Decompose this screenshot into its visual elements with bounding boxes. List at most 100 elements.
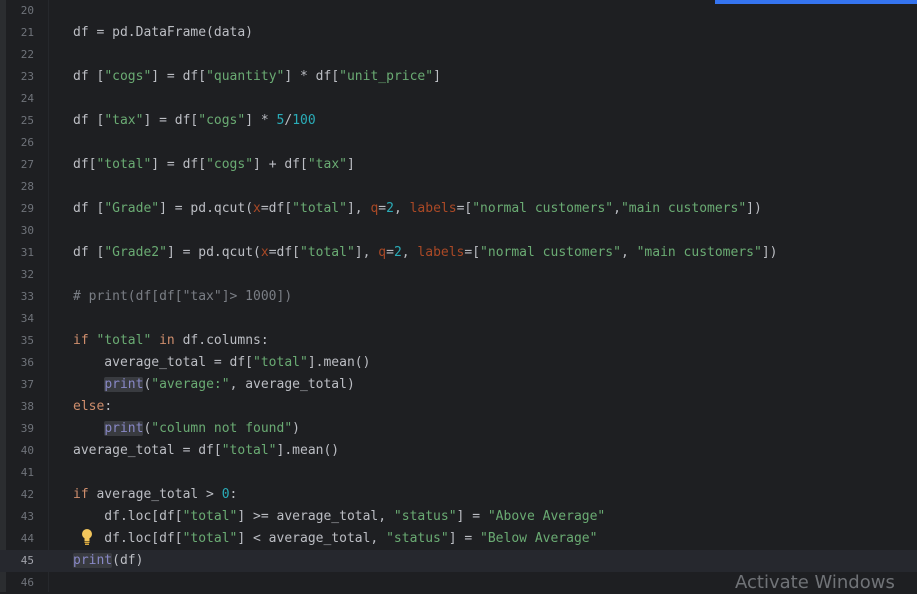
code-line[interactable]: 25 df ["tax"] = df["cogs"] * 5/100 bbox=[0, 110, 917, 132]
line-number: 35 bbox=[20, 334, 34, 347]
code-text[interactable]: average_total = df["total"].mean() bbox=[73, 352, 370, 374]
code-token: average_total = df[ bbox=[73, 355, 254, 370]
code-text[interactable]: print("average:", average_total) bbox=[73, 374, 355, 396]
code-token: if bbox=[73, 333, 89, 348]
code-token: ]) bbox=[746, 201, 762, 216]
code-line[interactable]: 22 bbox=[0, 44, 917, 66]
code-text[interactable]: df["total"] = df["cogs"] + df["tax"] bbox=[73, 154, 355, 176]
code-line[interactable]: 33 # print(df[df["tax"]> 1000]) bbox=[0, 286, 917, 308]
code-line[interactable]: 28 bbox=[0, 176, 917, 198]
code-token: "average:" bbox=[151, 377, 230, 392]
code-line[interactable]: 43 df.loc[df["total"] >= average_total, … bbox=[0, 506, 917, 528]
code-token: = bbox=[378, 201, 387, 216]
code-line[interactable]: 38 else: bbox=[0, 396, 917, 418]
code-token: ] * bbox=[245, 113, 277, 128]
code-token: , bbox=[620, 245, 637, 260]
code-line[interactable]: 29 df ["Grade"] = pd.qcut(x=df["total"], … bbox=[0, 198, 917, 220]
line-number: 34 bbox=[20, 312, 34, 325]
code-text[interactable]: df.loc[df["total"] < average_total, "sta… bbox=[73, 528, 597, 550]
code-line[interactable]: 37 print("average:", average_total) bbox=[0, 374, 917, 396]
code-token: labels bbox=[409, 201, 457, 216]
code-text[interactable]: else: bbox=[73, 396, 112, 418]
code-line[interactable]: 24 bbox=[0, 88, 917, 110]
code-text[interactable]: print(df) bbox=[73, 550, 143, 572]
code-text[interactable]: df.loc[df["total"] >= average_total, "st… bbox=[73, 506, 605, 528]
code-token: ] = pd.qcut( bbox=[166, 245, 261, 260]
code-text[interactable]: if average_total > 0: bbox=[73, 484, 237, 506]
line-number: 23 bbox=[20, 70, 34, 83]
code-token: "cogs" bbox=[206, 157, 254, 172]
code-token: =df[ bbox=[268, 245, 300, 260]
line-number: 33 bbox=[20, 290, 34, 303]
code-token: = bbox=[386, 245, 394, 260]
code-token: ], bbox=[354, 245, 379, 260]
code-line[interactable]: 32 bbox=[0, 264, 917, 286]
line-number: 42 bbox=[20, 488, 34, 501]
code-token: "total" bbox=[182, 531, 238, 546]
line-number: 22 bbox=[20, 48, 34, 61]
code-line[interactable]: 42 if average_total > 0: bbox=[0, 484, 917, 506]
code-token: df[ bbox=[73, 157, 97, 172]
code-line[interactable]: 39 print("column not found") bbox=[0, 418, 917, 440]
code-token: "Above Average" bbox=[487, 509, 606, 524]
code-token: "main customers" bbox=[636, 245, 762, 260]
code-token: df [ bbox=[73, 113, 105, 128]
code-token: "cogs" bbox=[198, 113, 246, 128]
code-token: "cogs" bbox=[104, 69, 152, 84]
code-text[interactable]: df ["tax"] = df["cogs"] * 5/100 bbox=[73, 110, 316, 132]
code-line[interactable]: 30 bbox=[0, 220, 917, 242]
code-line[interactable]: 34 bbox=[0, 308, 917, 330]
code-token: average_total = df[ bbox=[73, 443, 222, 458]
code-token: 100 bbox=[292, 113, 316, 128]
code-token: else bbox=[73, 399, 105, 414]
line-number: 38 bbox=[20, 400, 34, 413]
code-text[interactable]: df = pd.DataFrame(data) bbox=[73, 22, 253, 44]
code-token: "status" bbox=[393, 509, 457, 524]
code-text[interactable]: df ["Grade2"] = pd.qcut(x=df["total"], q… bbox=[73, 242, 777, 264]
code-line[interactable]: 31 df ["Grade2"] = pd.qcut(x=df["total"],… bbox=[0, 242, 917, 264]
code-text[interactable]: average_total = df["total"].mean() bbox=[73, 440, 339, 462]
code-token: "total" bbox=[182, 509, 238, 524]
code-text[interactable]: if "total" in df.columns: bbox=[73, 330, 269, 352]
code-line[interactable]: 40 average_total = df["total"].mean() bbox=[0, 440, 917, 462]
code-line[interactable]: 45 print(df) bbox=[0, 550, 917, 572]
lightbulb-icon[interactable] bbox=[80, 528, 94, 546]
code-token: ] = bbox=[456, 509, 488, 524]
line-number: 25 bbox=[20, 114, 34, 127]
code-token: df.loc[df[ bbox=[73, 509, 183, 524]
line-number: 26 bbox=[20, 136, 34, 149]
code-token: =[ bbox=[456, 201, 473, 216]
code-text[interactable]: print("column not found") bbox=[73, 418, 300, 440]
code-line[interactable]: 27 df["total"] = df["cogs"] + df["tax"] bbox=[0, 154, 917, 176]
line-number: 37 bbox=[20, 378, 34, 391]
code-text[interactable]: # print(df[df["tax"]> 1000]) bbox=[73, 286, 292, 308]
code-token: "total" bbox=[96, 157, 152, 172]
code-line[interactable]: 21 df = pd.DataFrame(data) bbox=[0, 22, 917, 44]
code-token: "total" bbox=[96, 333, 152, 348]
code-token: "tax" bbox=[104, 113, 144, 128]
line-number: 39 bbox=[20, 422, 34, 435]
code-line[interactable]: 44 df.loc[df["total"] < average_total, "… bbox=[0, 528, 917, 550]
code-token: q bbox=[378, 245, 387, 260]
line-number: 27 bbox=[20, 158, 34, 171]
code-line[interactable]: 36 average_total = df["total"].mean() bbox=[0, 352, 917, 374]
code-token: ] = df[ bbox=[151, 157, 207, 172]
code-editor[interactable]: 20 21 df = pd.DataFrame(data) 22 23 df ["cogs… bbox=[0, 0, 917, 593]
code-token: df [ bbox=[73, 245, 105, 260]
line-number: 24 bbox=[20, 92, 34, 105]
code-token: (df) bbox=[112, 553, 144, 568]
code-token: "tax" bbox=[307, 157, 347, 172]
code-line[interactable]: 41 bbox=[0, 462, 917, 484]
code-token: ] = df[ bbox=[143, 113, 199, 128]
code-token: : bbox=[229, 487, 238, 502]
code-text[interactable]: df ["Grade"] = pd.qcut(x=df["total"], q=… bbox=[73, 198, 762, 220]
code-token: ]) bbox=[761, 245, 778, 260]
code-line[interactable]: 23 df ["cogs"] = df["quantity"] * df["uni… bbox=[0, 66, 917, 88]
code-line[interactable]: 35 if "total" in df.columns: bbox=[0, 330, 917, 352]
code-line[interactable]: 26 bbox=[0, 132, 917, 154]
code-text[interactable]: df ["cogs"] = df["quantity"] * df["unit_… bbox=[73, 66, 441, 88]
code-token: =[ bbox=[464, 245, 481, 260]
line-number: 29 bbox=[20, 202, 34, 215]
